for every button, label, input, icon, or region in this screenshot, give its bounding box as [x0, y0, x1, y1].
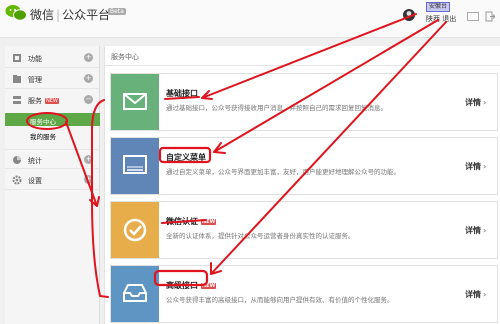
details-link[interactable]: 详情 › — [465, 161, 486, 172]
sidebar-subitem-my-services[interactable]: 我的服务 — [5, 128, 100, 141]
sidebar-item-label: 服务 NEW — [28, 97, 59, 105]
sidebar-item-label: 管理 — [28, 76, 42, 84]
card-tile — [111, 138, 159, 194]
sidebar-subitem-service-center[interactable]: 服务中心 — [5, 113, 100, 126]
beta-badge: Beta — [108, 8, 126, 15]
card-title: 微信认证 NEW — [166, 217, 217, 226]
account-name-highlight[interactable]: 安徽台 — [426, 2, 450, 12]
menu-screen-icon — [123, 155, 147, 174]
service-card-basic-api[interactable]: 基础接口 通过基础接口，公众号获得接收用户消息，并按照自己的需求回复回复消息。 … — [110, 73, 498, 131]
sidebar-subitem-label: 服务中心 — [30, 118, 56, 126]
card-title: 自定义菜单 — [166, 153, 206, 162]
logout-icon[interactable] — [485, 11, 495, 22]
service-card-advanced-api[interactable]: 高级接口 NEW 公众号获得丰富的高级接口，从而能够向用户提供有效、有价值的个性化… — [110, 265, 498, 323]
title-divider — [105, 65, 500, 66]
brand-name: 微信 — [30, 8, 55, 22]
page-title: 服务中心 — [111, 53, 139, 61]
server-icon — [13, 96, 21, 104]
details-link[interactable]: 详情 › — [465, 289, 486, 300]
sidebar-item-statistics[interactable]: 统计 + — [5, 149, 100, 169]
expand-icon[interactable]: + — [84, 53, 93, 62]
brand-title: 微信 | 公众平台 — [30, 8, 111, 22]
main-panel: 服务中心 基础接口 通过基础接口，公众号获得接收用户消息，并按照自己的需求回复回… — [104, 46, 500, 324]
service-card-wechat-verification[interactable]: 微信认证 NEW 全新的认证体系，提供针对公众号运营者身份真实性的认证服务。 详情… — [110, 201, 498, 259]
expand-icon[interactable]: + — [84, 175, 93, 184]
sidebar-item-label: 统计 — [28, 157, 42, 165]
card-description: 通过自定义菜单，公众号界面更加丰富，友好，用户能更好地理解公众号的功能。 — [166, 168, 400, 176]
service-card-custom-menu[interactable]: 自定义菜单 通过自定义菜单，公众号界面更加丰富，友好，用户能更好地理解公众号的功… — [110, 137, 498, 195]
brand-section: 公众平台 — [62, 8, 111, 22]
inbox-tray-icon — [123, 284, 147, 302]
user-name-logout[interactable]: 陕西 退出 — [426, 14, 456, 24]
details-link[interactable]: 详情 › — [465, 225, 486, 236]
avatar[interactable] — [402, 8, 416, 22]
card-tile — [111, 266, 159, 322]
new-badge: NEW — [45, 98, 59, 104]
sidebar: 功能 + 管理 + 服务 NEW − 服务中心 我的服务 统计 + 设置 + — [5, 46, 100, 324]
sidebar-item-features[interactable]: 功能 + — [5, 48, 100, 68]
check-circle-icon — [123, 218, 147, 242]
pie-chart-icon — [13, 156, 21, 164]
card-description: 公众号获得丰富的高级接口，从而能够向用户提供有效、有价值的个性化服务。 — [166, 296, 394, 304]
mail-icon — [123, 93, 147, 110]
card-title: 基础接口 — [166, 89, 198, 98]
sidebar-item-manage[interactable]: 管理 + — [5, 69, 100, 89]
sidebar-subitem-label: 我的服务 — [30, 133, 56, 141]
sidebar-item-label: 设置 — [28, 177, 42, 185]
new-badge: NEW — [201, 218, 217, 225]
sidebar-item-label: 功能 — [28, 55, 42, 63]
collapse-icon[interactable]: − — [84, 95, 93, 104]
puzzle-icon — [13, 54, 21, 62]
expand-icon[interactable]: + — [84, 155, 93, 164]
wechat-logo-icon — [5, 5, 27, 21]
expand-icon[interactable]: + — [84, 74, 93, 83]
new-badge: NEW — [201, 282, 217, 289]
top-header: 微信 | 公众平台 Beta 安徽台 陕西 退出 — [0, 0, 500, 38]
gear-icon — [12, 175, 22, 185]
details-link[interactable]: 详情 › — [465, 97, 486, 108]
card-description: 通过基础接口，公众号获得接收用户消息，并按照自己的需求回复回复消息。 — [166, 104, 387, 112]
sidebar-item-settings[interactable]: 设置 + — [5, 170, 100, 190]
sidebar-item-services[interactable]: 服务 NEW − — [5, 90, 100, 110]
mail-icon[interactable] — [467, 12, 479, 21]
folder-icon — [13, 75, 21, 83]
card-tile — [111, 202, 159, 258]
card-description: 全新的认证体系，提供针对公众号运营者身份真实性的认证服务。 — [166, 232, 355, 240]
card-tile — [111, 74, 159, 130]
card-title: 高级接口 NEW — [166, 281, 217, 290]
